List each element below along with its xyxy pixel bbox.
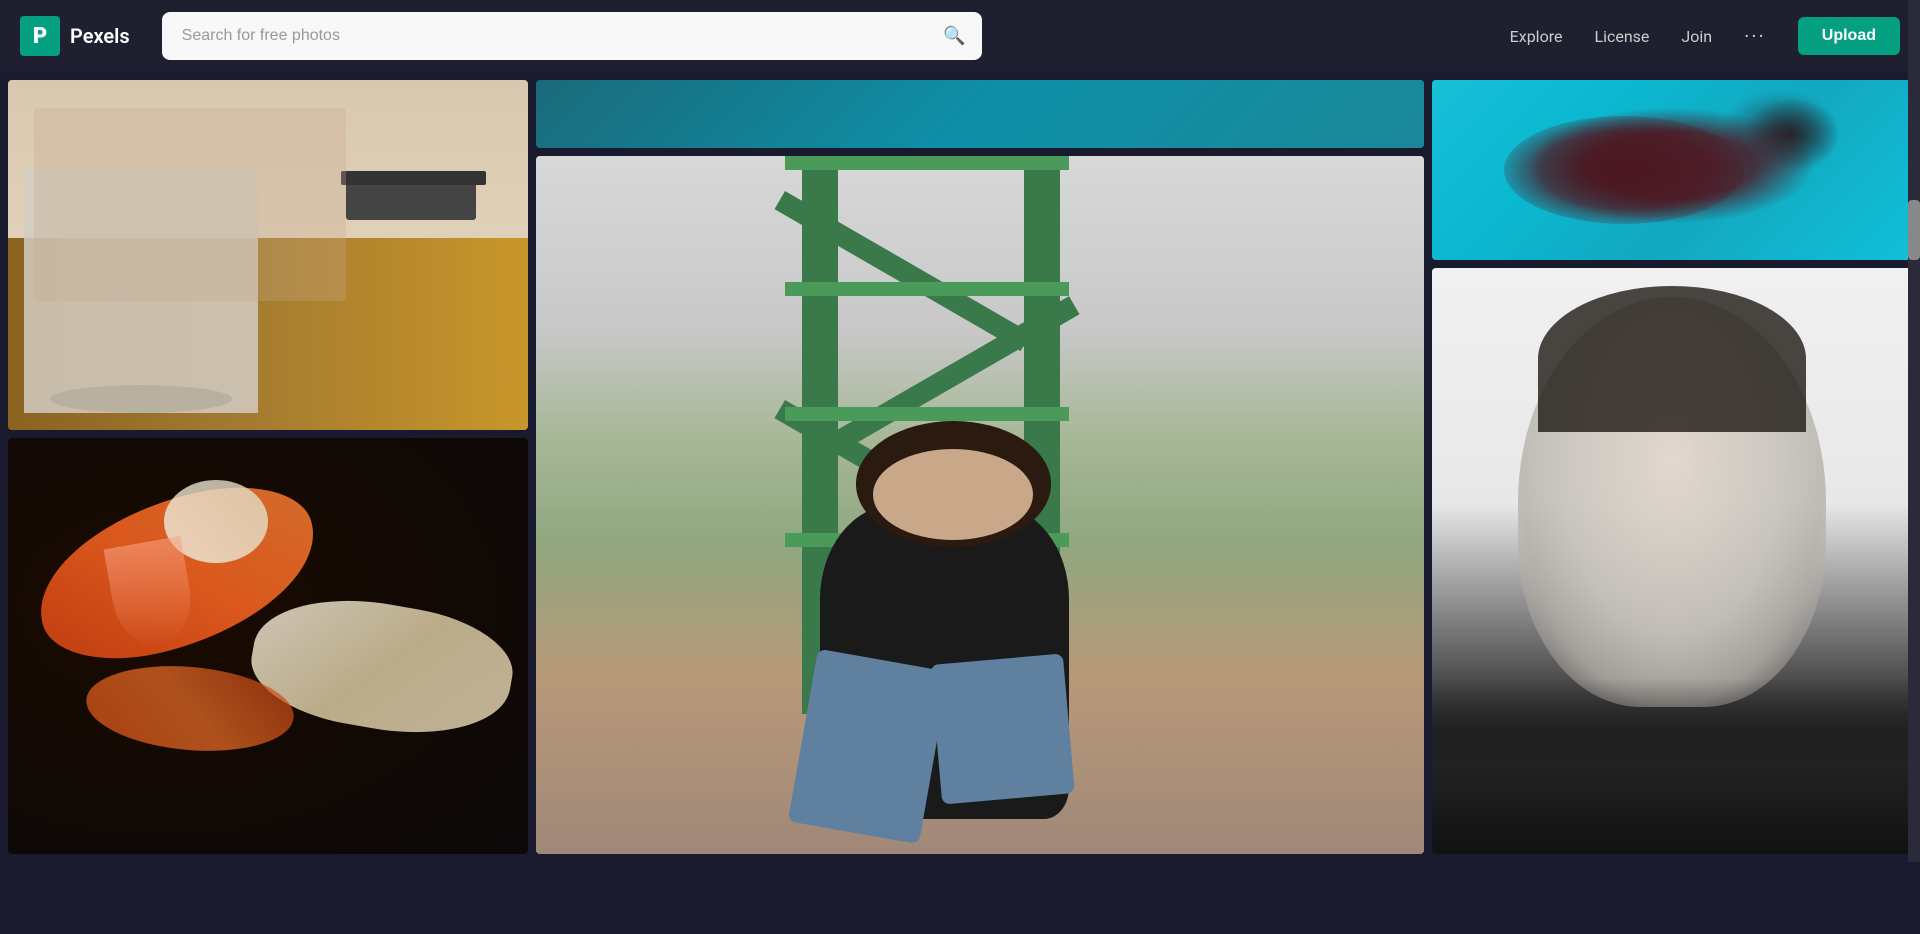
photo-teal-bg[interactable] (536, 80, 1424, 148)
nav-license[interactable]: License (1594, 27, 1649, 46)
photo-woman-scaffold[interactable] (536, 156, 1424, 854)
search-input[interactable] (162, 12, 982, 60)
photo-col-1 (8, 80, 528, 854)
nav-more-button[interactable]: ··· (1744, 24, 1766, 48)
scrollbar-thumb[interactable] (1908, 200, 1920, 260)
nav-links: Explore License Join ··· Upload (1510, 17, 1900, 55)
search-icon[interactable]: 🔍 (943, 26, 965, 47)
upload-button[interactable]: Upload (1798, 17, 1900, 55)
photo-man-portrait[interactable] (1432, 268, 1912, 854)
photo-col-2 (536, 80, 1424, 854)
navbar: P Pexels 🔍 Explore License Join ··· Uplo… (0, 0, 1920, 72)
brand-name: Pexels (70, 24, 130, 48)
photo-col-3 (1432, 80, 1912, 854)
pexels-logo-icon: P (20, 16, 60, 56)
nav-explore[interactable]: Explore (1510, 27, 1563, 46)
logo-area[interactable]: P Pexels (20, 16, 130, 56)
photo-underwater[interactable] (1432, 80, 1912, 260)
photo-koi[interactable] (8, 438, 528, 854)
photo-grid (0, 72, 1920, 862)
nav-join[interactable]: Join (1681, 27, 1712, 46)
search-bar: 🔍 (162, 12, 982, 60)
photo-office[interactable] (8, 80, 528, 430)
scrollbar[interactable] (1908, 0, 1920, 862)
